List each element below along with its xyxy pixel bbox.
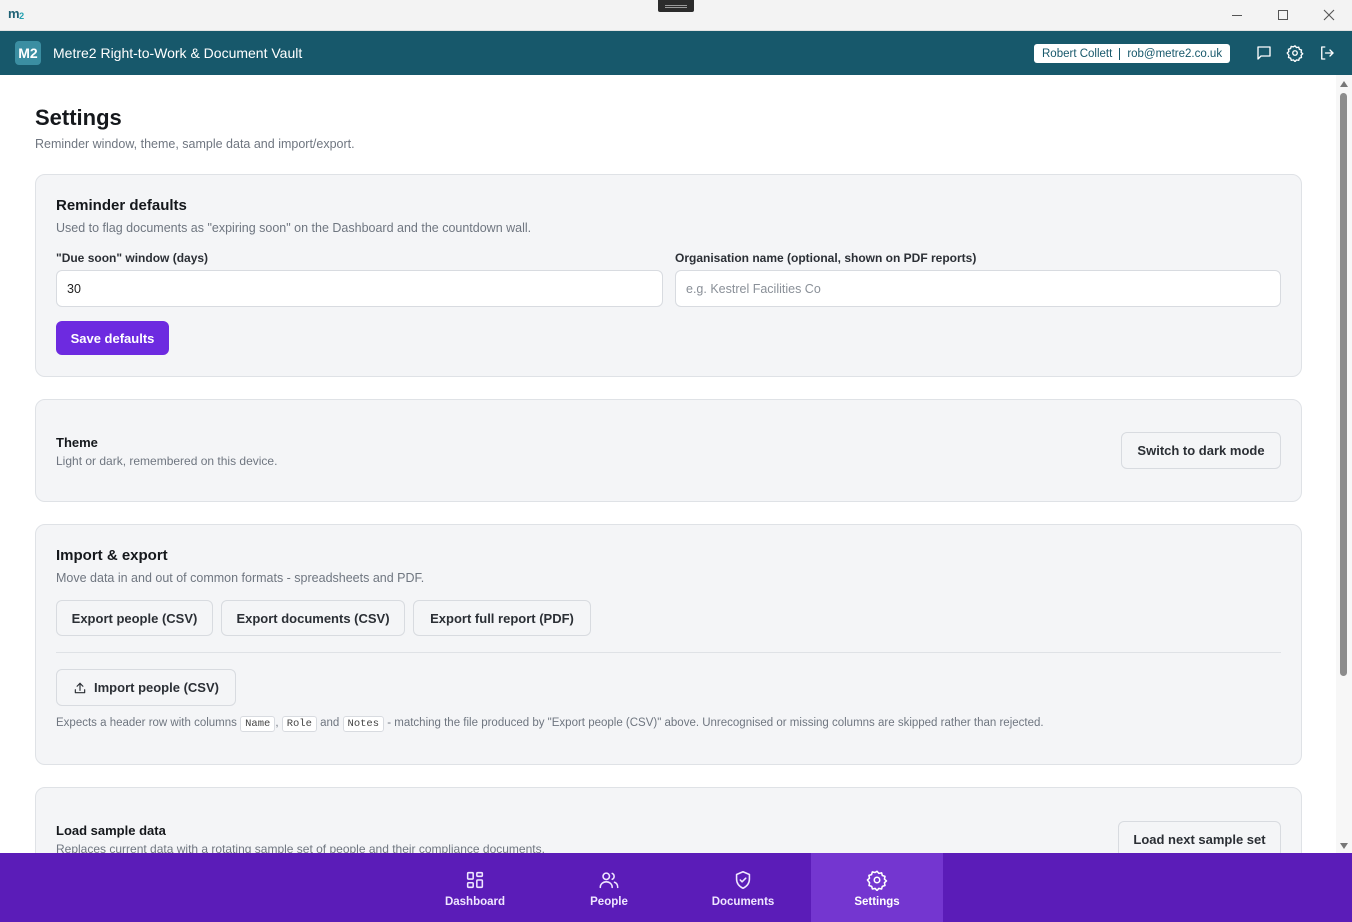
dark-mode-toggle-button[interactable]: Switch to dark mode (1121, 432, 1281, 469)
scroll-down-icon[interactable] (1340, 843, 1348, 849)
organisation-name-label: Organisation name (optional, shown on PD… (675, 251, 977, 265)
sample-data-desc: Replaces current data with a rotating sa… (56, 842, 545, 853)
app-logo: m2 (8, 6, 24, 21)
import-export-title: Import & export (56, 547, 168, 564)
feedback-button[interactable] (1255, 44, 1273, 62)
nav-dashboard[interactable]: Dashboard (409, 853, 541, 922)
reminder-defaults-title: Reminder defaults (56, 197, 187, 214)
close-icon (1323, 9, 1335, 21)
column-name-code: Name (240, 716, 276, 732)
column-notes-code: Notes (342, 716, 385, 732)
maximize-button[interactable] (1260, 0, 1306, 30)
page-title: Settings (35, 105, 122, 130)
organisation-name-input[interactable]: e.g. Kestrel Facilities Co (675, 270, 1281, 307)
theme-title: Theme (56, 435, 98, 450)
import-hint: Expects a header row with columns Name, … (56, 716, 1044, 732)
sample-data-card: Load sample data Replaces current data w… (35, 787, 1302, 853)
hint-prefix: Expects a header row with columns (56, 717, 237, 729)
nav-documents-label: Documents (711, 896, 775, 908)
message-icon (1257, 46, 1271, 60)
header-settings-button[interactable] (1286, 44, 1304, 63)
vertical-scrollbar[interactable] (1336, 75, 1352, 853)
nav-people-label: People (590, 896, 628, 908)
logout-button[interactable] (1318, 44, 1336, 62)
sample-data-title: Load sample data (56, 823, 166, 838)
user-chip[interactable]: Robert Collett rob@metre2.co.uk (1034, 44, 1231, 63)
due-soon-label: "Due soon" window (days) (56, 251, 209, 265)
hint-suffix: - matching the file produced by "Export … (387, 717, 1044, 729)
drag-handle[interactable] (658, 0, 694, 12)
nav-documents[interactable]: Documents (677, 853, 809, 922)
reminder-defaults-desc: Used to flag documents as "expiring soon… (56, 221, 532, 235)
import-export-card: Import & export Move data in and out of … (35, 524, 1302, 765)
minimize-button[interactable] (1214, 0, 1260, 30)
shield-check-icon (735, 870, 751, 890)
people-icon (599, 872, 619, 889)
save-defaults-button[interactable]: Save defaults (56, 321, 169, 355)
minimize-icon (1232, 14, 1242, 16)
nav-settings[interactable]: Settings (811, 853, 943, 922)
export-people-button[interactable]: Export people (CSV) (56, 600, 213, 636)
close-window-button[interactable] (1306, 0, 1352, 30)
nav-settings-label: Settings (854, 896, 900, 908)
theme-desc: Light or dark, remembered on this device… (56, 454, 278, 468)
maximize-icon (1278, 10, 1288, 20)
app-header: M2 Metre2 Right-to-Work & Document Vault… (0, 31, 1352, 75)
scroll-up-icon[interactable] (1340, 81, 1348, 87)
due-soon-input[interactable]: 30 (56, 270, 663, 307)
reminder-defaults-card: Reminder defaults Used to flag documents… (35, 174, 1302, 377)
app-title: Metre2 Right-to-Work & Document Vault (53, 45, 303, 61)
import-export-desc: Move data in and out of common formats -… (56, 571, 425, 585)
page-subtitle: Reminder window, theme, sample data and … (35, 137, 355, 151)
import-people-button[interactable]: Import people (CSV) (56, 669, 236, 706)
section-divider (56, 652, 1281, 653)
hint-and: and (320, 717, 340, 729)
user-chip-divider (1119, 47, 1121, 60)
window-titlebar: m2 (0, 0, 1352, 31)
main-content: Settings Reminder window, theme, sample … (0, 75, 1336, 853)
user-name: Robert Collett (1042, 47, 1113, 60)
gear-icon (866, 870, 888, 891)
logout-icon (1321, 46, 1334, 60)
import-people-label: Import people (CSV) (94, 680, 219, 695)
scroll-thumb[interactable] (1340, 93, 1347, 676)
bottom-navigation: Dashboard People Documents Settings (0, 853, 1352, 922)
upload-icon (74, 682, 86, 693)
user-email: rob@metre2.co.uk (1127, 47, 1223, 60)
export-report-button[interactable]: Export full report (PDF) (413, 600, 591, 636)
load-sample-button[interactable]: Load next sample set (1118, 821, 1281, 853)
nav-dashboard-label: Dashboard (444, 896, 506, 908)
dashboard-icon (466, 871, 484, 889)
gear-icon (1286, 45, 1304, 63)
export-documents-button[interactable]: Export documents (CSV) (221, 600, 405, 636)
app-badge: M2 (15, 41, 41, 65)
column-role-code: Role (281, 716, 317, 732)
nav-people[interactable]: People (543, 853, 675, 922)
theme-card: Theme Light or dark, remembered on this … (35, 399, 1302, 502)
